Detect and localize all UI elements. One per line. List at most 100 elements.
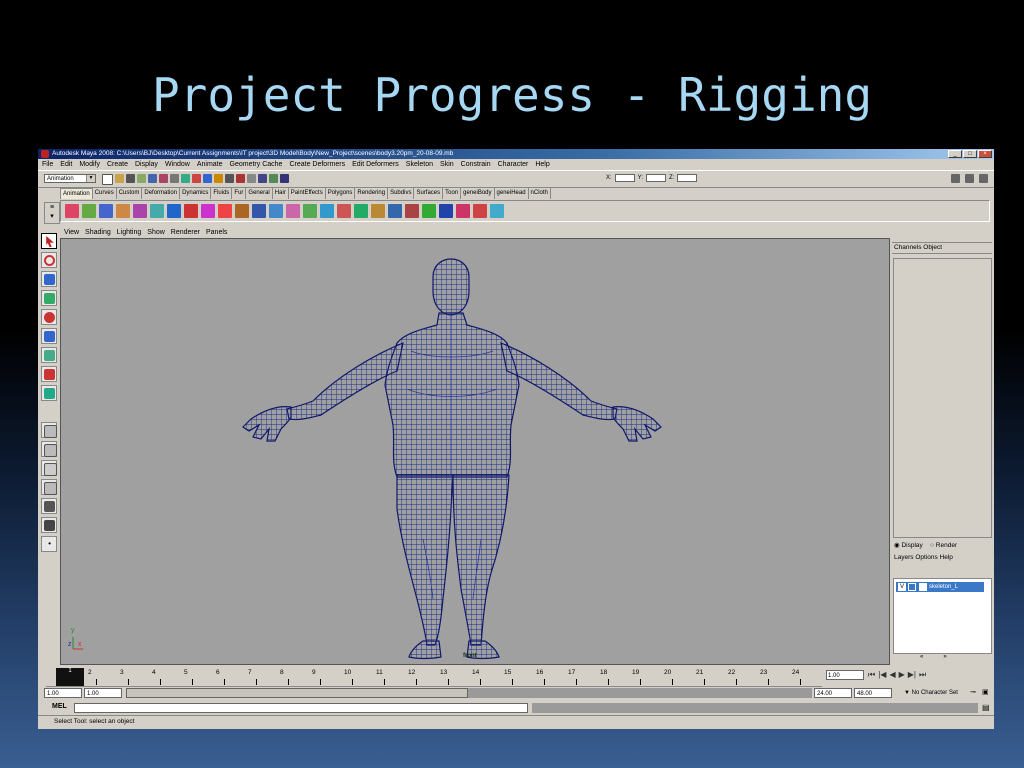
start-time-field[interactable]: 1.00 (44, 688, 82, 698)
shelf-tool-icon[interactable] (252, 204, 266, 218)
shelf-tab-animation[interactable]: Animation (60, 188, 93, 199)
filter-icon[interactable] (170, 174, 179, 183)
shelf-tool-icon[interactable] (99, 204, 113, 218)
render-settings-icon[interactable] (258, 174, 267, 183)
end-time-field[interactable]: 48.00 (854, 688, 892, 698)
select-object-icon[interactable] (148, 174, 157, 183)
shelf-tool-icon[interactable] (456, 204, 470, 218)
z-field[interactable] (677, 174, 698, 182)
layout-persp-outliner-button[interactable] (41, 479, 57, 495)
mel-input[interactable] (74, 703, 528, 713)
animation-prefs-icon[interactable]: ▣ (982, 688, 989, 696)
panel-menu-renderer[interactable]: Renderer (171, 228, 200, 238)
layer-visibility-toggle[interactable]: V (898, 583, 906, 591)
shelf-tool-icon[interactable] (320, 204, 334, 218)
layout-more-button[interactable]: • (41, 536, 57, 552)
display-radio-icon[interactable]: ◉ (894, 542, 900, 549)
ipr-render-icon[interactable] (247, 174, 256, 183)
shelf-tool-icon[interactable] (371, 204, 385, 218)
play-forward-icon[interactable]: ▶ (899, 670, 905, 680)
history-icon[interactable] (225, 174, 234, 183)
render-icon[interactable] (236, 174, 245, 183)
shelf-tool-icon[interactable] (116, 204, 130, 218)
panel-menu-show[interactable]: Show (147, 228, 165, 238)
new-scene-icon[interactable] (102, 174, 113, 185)
go-to-start-icon[interactable]: ⏮ (868, 670, 875, 680)
shelf-tab-deformation[interactable]: Deformation (142, 188, 181, 199)
shelf-tab-geneibody[interactable]: geneiBody (461, 188, 495, 199)
menu-file[interactable]: File (42, 160, 53, 170)
shelf-tool-icon[interactable] (150, 204, 164, 218)
shelf-tab-fur[interactable]: Fur (232, 188, 247, 199)
menu-geometry-cache[interactable]: Geometry Cache (230, 160, 283, 170)
shelf-tool-icon[interactable] (405, 204, 419, 218)
shelf-tab-rendering[interactable]: Rendering (355, 188, 389, 199)
snap-point-icon[interactable] (203, 174, 212, 183)
playback-end-field[interactable]: 24.00 (814, 688, 852, 698)
layer-scroll-arrows[interactable]: «» (920, 654, 967, 660)
menu-create-deformers[interactable]: Create Deformers (289, 160, 345, 170)
x-field[interactable] (614, 174, 635, 182)
step-back-icon[interactable]: ◀ (889, 670, 895, 680)
shelf-tool-icon[interactable] (286, 204, 300, 218)
shelf-tool-icon[interactable] (490, 204, 504, 218)
menu-edit[interactable]: Edit (60, 160, 72, 170)
select-hierarchy-icon[interactable] (137, 174, 146, 183)
ik-handle-icon[interactable] (184, 204, 198, 218)
paint-select-tool[interactable] (41, 271, 57, 287)
shelf-tab-toon[interactable]: Toon (443, 188, 462, 199)
shelf-tab-subdivs[interactable]: Subdivs (388, 188, 415, 199)
move-tool[interactable] (41, 290, 57, 306)
shelf-tool-icon[interactable] (303, 204, 317, 218)
show-manipulator-tool[interactable] (41, 385, 57, 401)
time-cursor[interactable]: 1 (56, 668, 84, 686)
shelf-tab-dynamics[interactable]: Dynamics (180, 188, 212, 199)
menu-animate[interactable]: Animate (197, 160, 223, 170)
tool-settings-toggle-icon[interactable] (965, 174, 974, 183)
input-mode-icon[interactable] (280, 174, 289, 183)
shelf-tool-icon[interactable] (439, 204, 453, 218)
layout-hypershade-button[interactable] (41, 517, 57, 533)
shelf-tool-icon[interactable] (422, 204, 436, 218)
layer-type-toggle[interactable] (908, 583, 916, 591)
layout-two-button[interactable] (41, 460, 57, 476)
step-forward-key-icon[interactable]: ▶| (908, 670, 916, 680)
menu-window[interactable]: Window (165, 160, 190, 170)
shelf-tab-toggle-icon[interactable]: ≡ (45, 203, 59, 212)
menu-help[interactable]: Help (535, 160, 549, 170)
channel-box-toggle-icon[interactable] (979, 174, 988, 183)
menu-skeleton[interactable]: Skeleton (406, 160, 433, 170)
current-frame-field[interactable]: 1.00 (826, 670, 864, 680)
close-button[interactable]: × (978, 150, 992, 158)
menu-skin[interactable]: Skin (440, 160, 454, 170)
snap-plane-icon[interactable] (214, 174, 223, 183)
shelf-tool-icon[interactable] (65, 204, 79, 218)
rotate-tool[interactable] (41, 309, 57, 325)
menu-character[interactable]: Character (498, 160, 529, 170)
layout-four-button[interactable] (41, 441, 57, 457)
open-scene-icon[interactable] (115, 174, 124, 183)
shelf-tab-curves[interactable]: Curves (93, 188, 117, 199)
panel-menu-view[interactable]: View (64, 228, 79, 238)
scale-tool[interactable] (41, 328, 57, 344)
menu-create[interactable]: Create (107, 160, 128, 170)
layer-color-swatch[interactable] (919, 583, 927, 591)
shelf-tab-general[interactable]: General (246, 188, 273, 199)
shelf-tool-icon[interactable] (235, 204, 249, 218)
shelf-tab-custom[interactable]: Custom (117, 188, 143, 199)
shelf-tab-geneihead[interactable]: geneiHead (495, 188, 529, 199)
menu-set-dropdown[interactable]: Animation ▼ (44, 174, 96, 183)
shelf-tab-polygons[interactable]: Polygons (326, 188, 356, 199)
save-scene-icon[interactable] (126, 174, 135, 183)
script-editor-icon[interactable]: ▤ (982, 703, 990, 712)
joint-tool-icon[interactable] (167, 204, 181, 218)
shelf-tab-hair[interactable]: Hair (273, 188, 289, 199)
select-tool[interactable] (41, 233, 57, 249)
hypershade-icon[interactable] (269, 174, 278, 183)
front-viewport[interactable]: front y z x (60, 238, 890, 665)
shelf-tool-icon[interactable] (388, 204, 402, 218)
shelf-tool-icon[interactable] (473, 204, 487, 218)
menu-modify[interactable]: Modify (79, 160, 100, 170)
lasso-tool[interactable] (41, 252, 57, 268)
attribute-editor-toggle-icon[interactable] (951, 174, 960, 183)
